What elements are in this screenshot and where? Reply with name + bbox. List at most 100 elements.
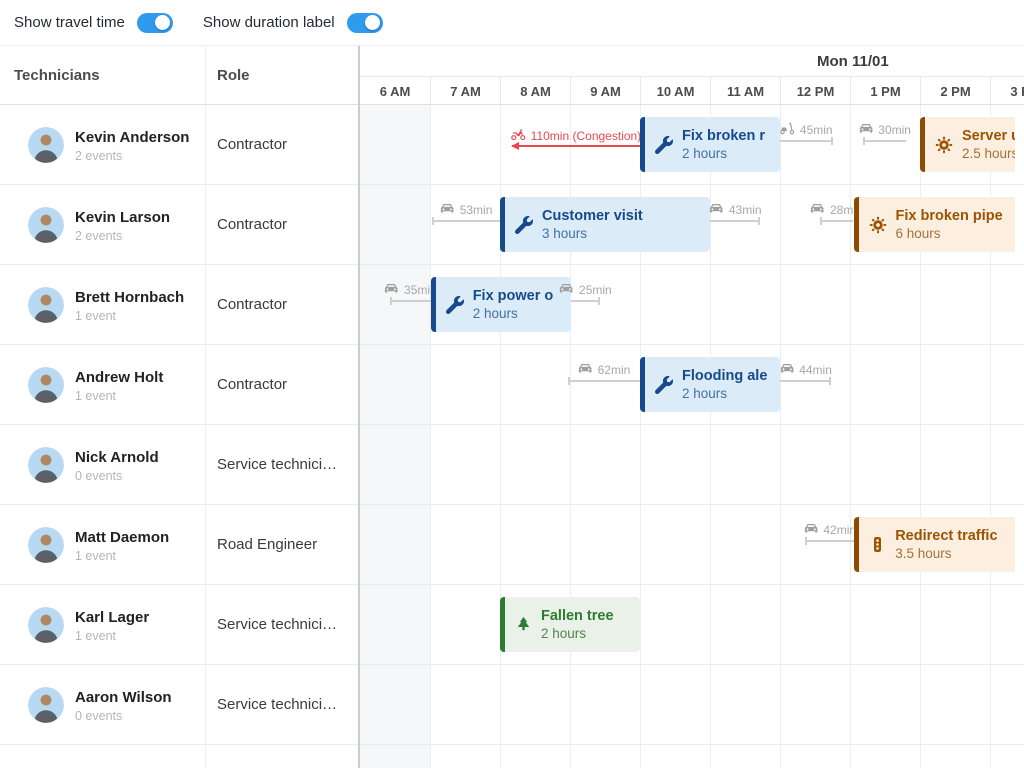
- technician-row[interactable]: Karl Lager1 eventService technici…Fallen…: [0, 585, 1024, 665]
- technician-name: Nick Arnold: [75, 449, 159, 466]
- event-bar[interactable]: Fix broken r2 hours: [640, 117, 780, 172]
- role-cell: Road Engineer: [217, 536, 317, 553]
- travel-duration-label: 62min: [598, 363, 631, 377]
- avatar: [28, 287, 64, 323]
- hour-cell: 3 PM: [990, 77, 1024, 105]
- travel-label: 110min (Congestion): [511, 127, 642, 145]
- technician-name: Brett Hornbach: [75, 289, 184, 306]
- event-bar[interactable]: Fallen tree2 hours: [500, 597, 640, 652]
- technician-name: Aaron Wilson: [75, 689, 172, 706]
- event-duration: 3.5 hours: [895, 546, 997, 563]
- technician-row[interactable]: Kevin Larson2 eventsContractor53minCusto…: [0, 185, 1024, 265]
- event-duration: 2 hours: [682, 386, 767, 403]
- event-duration: 6 hours: [896, 226, 1003, 243]
- role-cell: Contractor: [217, 296, 287, 313]
- travel-duration-label: 53min: [460, 203, 493, 217]
- avatar: [28, 207, 64, 243]
- travel-label: 42min: [803, 521, 856, 539]
- technician-row[interactable]: Nick Arnold0 eventsService technici…: [0, 425, 1024, 505]
- technician-row[interactable]: Brett Hornbach1 eventContractor35minFix …: [0, 265, 1024, 345]
- hour-label: 3 PM: [1010, 84, 1024, 99]
- event-bar[interactable]: Fix power o2 hours: [431, 277, 571, 332]
- travel-line-cap: [758, 217, 760, 225]
- show-duration-label-toggle[interactable]: [347, 13, 383, 33]
- role-cell: Contractor: [217, 376, 287, 393]
- tree-icon: [515, 616, 532, 633]
- technician-event-count: 0 events: [75, 709, 122, 723]
- travel-time: 35min: [390, 265, 431, 345]
- car-icon: [440, 201, 455, 219]
- technician-event-count: 1 event: [75, 549, 116, 563]
- hour-cell: 9 AM: [570, 77, 640, 105]
- technician-name: Karl Lager: [75, 609, 149, 626]
- role-column-header[interactable]: Role: [217, 46, 250, 104]
- technician-row[interactable]: Aaron Wilson0 eventsService technici…: [0, 665, 1024, 745]
- travel-label: 62min: [578, 361, 631, 379]
- role-cell: Contractor: [217, 216, 287, 233]
- role-cell: Contractor: [217, 136, 287, 153]
- grid-splitter[interactable]: [358, 46, 360, 768]
- travel-line: [780, 380, 831, 382]
- event-duration: 2.5 hours: [962, 146, 1015, 163]
- travel-label: 30min: [858, 121, 911, 139]
- hour-cell: 12 PM: [780, 77, 850, 105]
- travel-line: [568, 380, 640, 382]
- technician-name: Andrew Holt: [75, 369, 163, 386]
- technician-row[interactable]: Matt Daemon 1 event Road Engineer 42minRedi…: [0, 505, 1024, 585]
- travel-duration-label: 30min: [878, 123, 911, 137]
- technician-event-count: 0 events: [75, 469, 122, 483]
- gear-icon: [869, 216, 887, 234]
- hour-cell: 2 PM: [920, 77, 990, 105]
- event-bar[interactable]: Server up2.5 hours: [920, 117, 1015, 172]
- event-text: Flooding ale2 hours: [682, 367, 767, 403]
- technician-name: Kevin Anderson: [75, 129, 189, 146]
- event-title: Fallen tree: [541, 607, 614, 625]
- hour-label: 10 AM: [657, 84, 695, 99]
- technician-row[interactable]: Andrew Holt1 eventContractor62minFloodin…: [0, 345, 1024, 425]
- traffic-light-icon: [869, 536, 886, 553]
- technician-row[interactable]: Kevin Anderson2 eventsContractor110min (…: [0, 105, 1024, 185]
- car-icon: [709, 201, 724, 219]
- event-bar[interactable]: Redirect traffic3.5 hours: [854, 517, 1015, 572]
- travel-line-cap: [805, 537, 807, 545]
- avatar: [28, 527, 64, 563]
- event-duration: 2 hours: [541, 626, 614, 643]
- event-bar[interactable]: Fix broken pipe6 hours: [854, 197, 1016, 252]
- hour-cell: 6 AM: [360, 77, 430, 105]
- travel-line-cap: [390, 297, 392, 305]
- travel-duration-label: 42min: [823, 523, 856, 537]
- toolbar: Show travel time Show duration label: [0, 0, 1024, 46]
- event-bar[interactable]: Customer visit3 hours: [500, 197, 710, 252]
- travel-arrow: [511, 142, 519, 150]
- event-title: Fix broken r: [682, 127, 765, 145]
- travel-line: [805, 540, 854, 542]
- travel-line: [390, 300, 431, 302]
- avatar: [28, 127, 64, 163]
- travel-time: 62min: [568, 345, 640, 425]
- show-travel-time-field: Show travel time: [14, 13, 173, 33]
- technician-event-count: 2 events: [75, 229, 122, 243]
- wrench-icon: [446, 296, 464, 314]
- show-travel-time-toggle[interactable]: [137, 13, 173, 33]
- travel-duration-label: 44min: [799, 363, 832, 377]
- hour-label: 2 PM: [940, 84, 970, 99]
- travel-line-cap: [829, 377, 831, 385]
- event-title: Fix power o: [473, 287, 554, 305]
- travel-time: 42min: [805, 505, 854, 585]
- toggle-knob: [365, 15, 380, 30]
- travel-duration-label: 45min: [800, 123, 833, 137]
- avatar: [28, 367, 64, 403]
- travel-time: 28min: [820, 185, 853, 265]
- hour-label: 11 AM: [727, 84, 764, 99]
- hour-cell: 11 AM: [710, 77, 780, 105]
- travel-time: 45min: [780, 105, 833, 185]
- hour-cell: 10 AM: [640, 77, 710, 105]
- travel-line: [780, 140, 833, 142]
- car-icon: [559, 281, 574, 299]
- technician-name: Matt Daemon: [75, 529, 169, 546]
- technicians-column-header[interactable]: Technicians: [14, 46, 100, 104]
- show-duration-label-field: Show duration label: [203, 13, 383, 33]
- hour-cell: 1 PM: [850, 77, 920, 105]
- event-title: Fix broken pipe: [896, 207, 1003, 225]
- event-bar[interactable]: Flooding ale2 hours: [640, 357, 780, 412]
